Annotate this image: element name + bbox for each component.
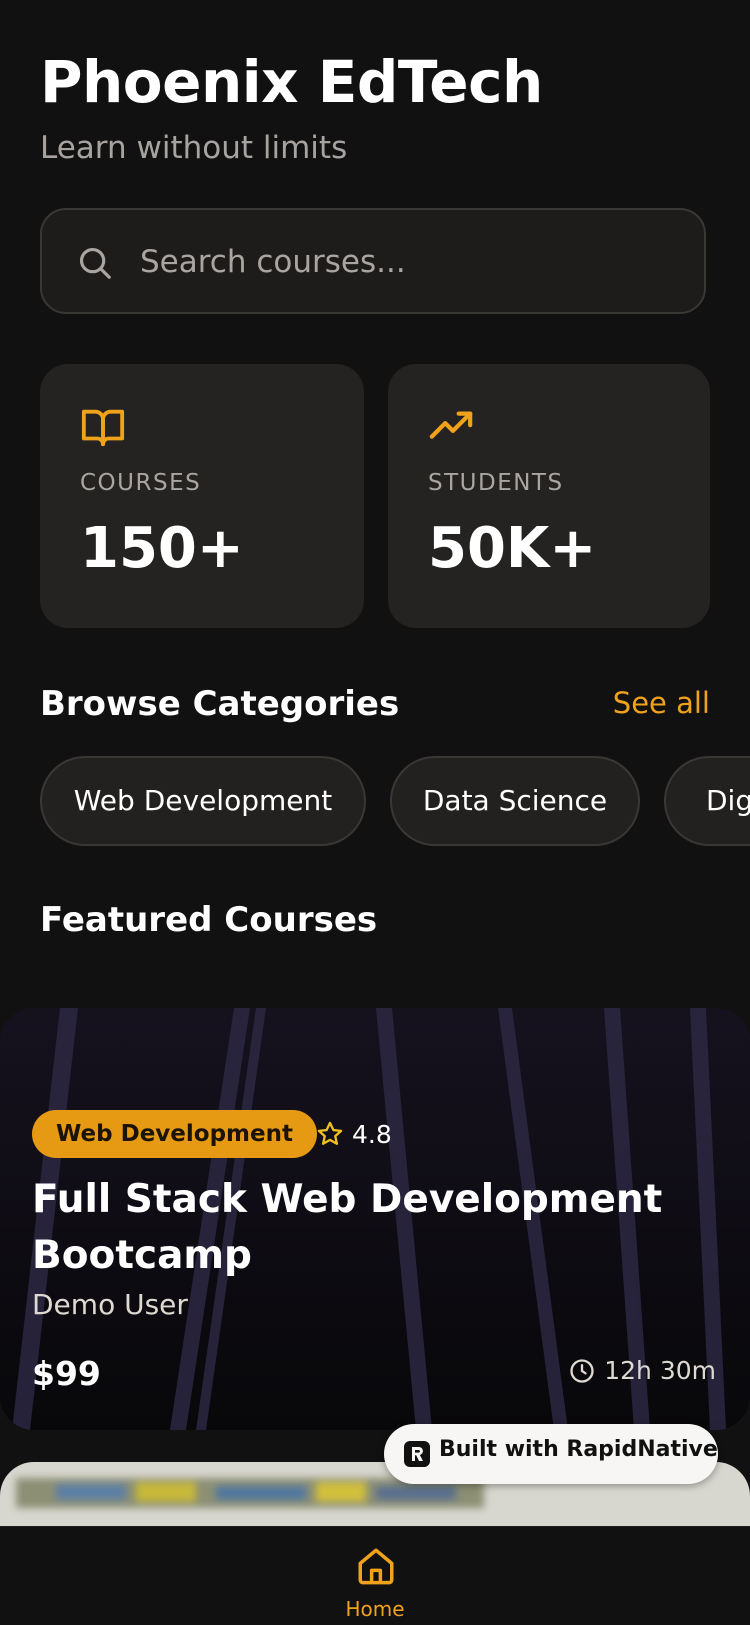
course-category-badge: Web Development <box>32 1110 317 1158</box>
course-duration-value: 12h 30m <box>604 1356 716 1385</box>
course-author: Demo User <box>32 1288 188 1321</box>
search-bar[interactable] <box>40 208 706 314</box>
tab-home-label: Home <box>345 1597 405 1621</box>
trending-up-icon <box>429 411 473 439</box>
built-with-rapidnative-badge[interactable]: Built with RapidNative <box>384 1424 718 1484</box>
students-stat-card[interactable]: STUDENTS 50K+ <box>388 364 710 628</box>
courses-stat-card[interactable]: COURSES 150+ <box>40 364 364 628</box>
featured-courses-title: Featured Courses <box>40 900 378 940</box>
star-icon <box>317 1121 343 1145</box>
category-chip-data-science[interactable]: Data Science <box>390 756 640 846</box>
course-title: Full Stack Web Development Bootcamp <box>32 1177 663 1278</box>
built-with-rapidnative-text: Built with RapidNative <box>439 1437 718 1462</box>
course-rating-value: 4.8 <box>352 1119 392 1149</box>
courses-stat-value: 150+ <box>80 516 244 581</box>
bottom-tab-bar: Home <box>0 1526 750 1625</box>
students-stat-value: 50K+ <box>428 516 597 581</box>
featured-course-card[interactable]: Web Development 4.8 Full Stack Web Devel… <box>0 1008 750 1430</box>
see-all-link[interactable]: See all <box>613 686 710 720</box>
app-title: Phoenix EdTech <box>40 48 543 116</box>
app-subtitle: Learn without limits <box>40 130 348 166</box>
students-stat-label: STUDENTS <box>428 470 564 496</box>
category-chip-dig[interactable]: Dig <box>664 756 750 846</box>
category-chip-web-development[interactable]: Web Development <box>40 756 366 846</box>
browse-categories-title: Browse Categories <box>40 684 400 724</box>
tab-home[interactable]: Home <box>335 1527 415 1625</box>
open-book-icon <box>81 409 125 447</box>
course-duration: 12h 30m <box>568 1356 716 1385</box>
rapidnative-logo-icon <box>404 1441 430 1467</box>
course-rating: 4.8 <box>316 1112 392 1156</box>
clock-icon <box>570 1358 594 1383</box>
course-price: $99 <box>32 1354 101 1393</box>
courses-stat-label: COURSES <box>80 470 202 496</box>
search-input[interactable] <box>138 230 682 294</box>
home-icon <box>358 1548 394 1585</box>
search-icon <box>79 247 111 279</box>
category-chips: Web Development Data Science Dig <box>40 756 750 848</box>
